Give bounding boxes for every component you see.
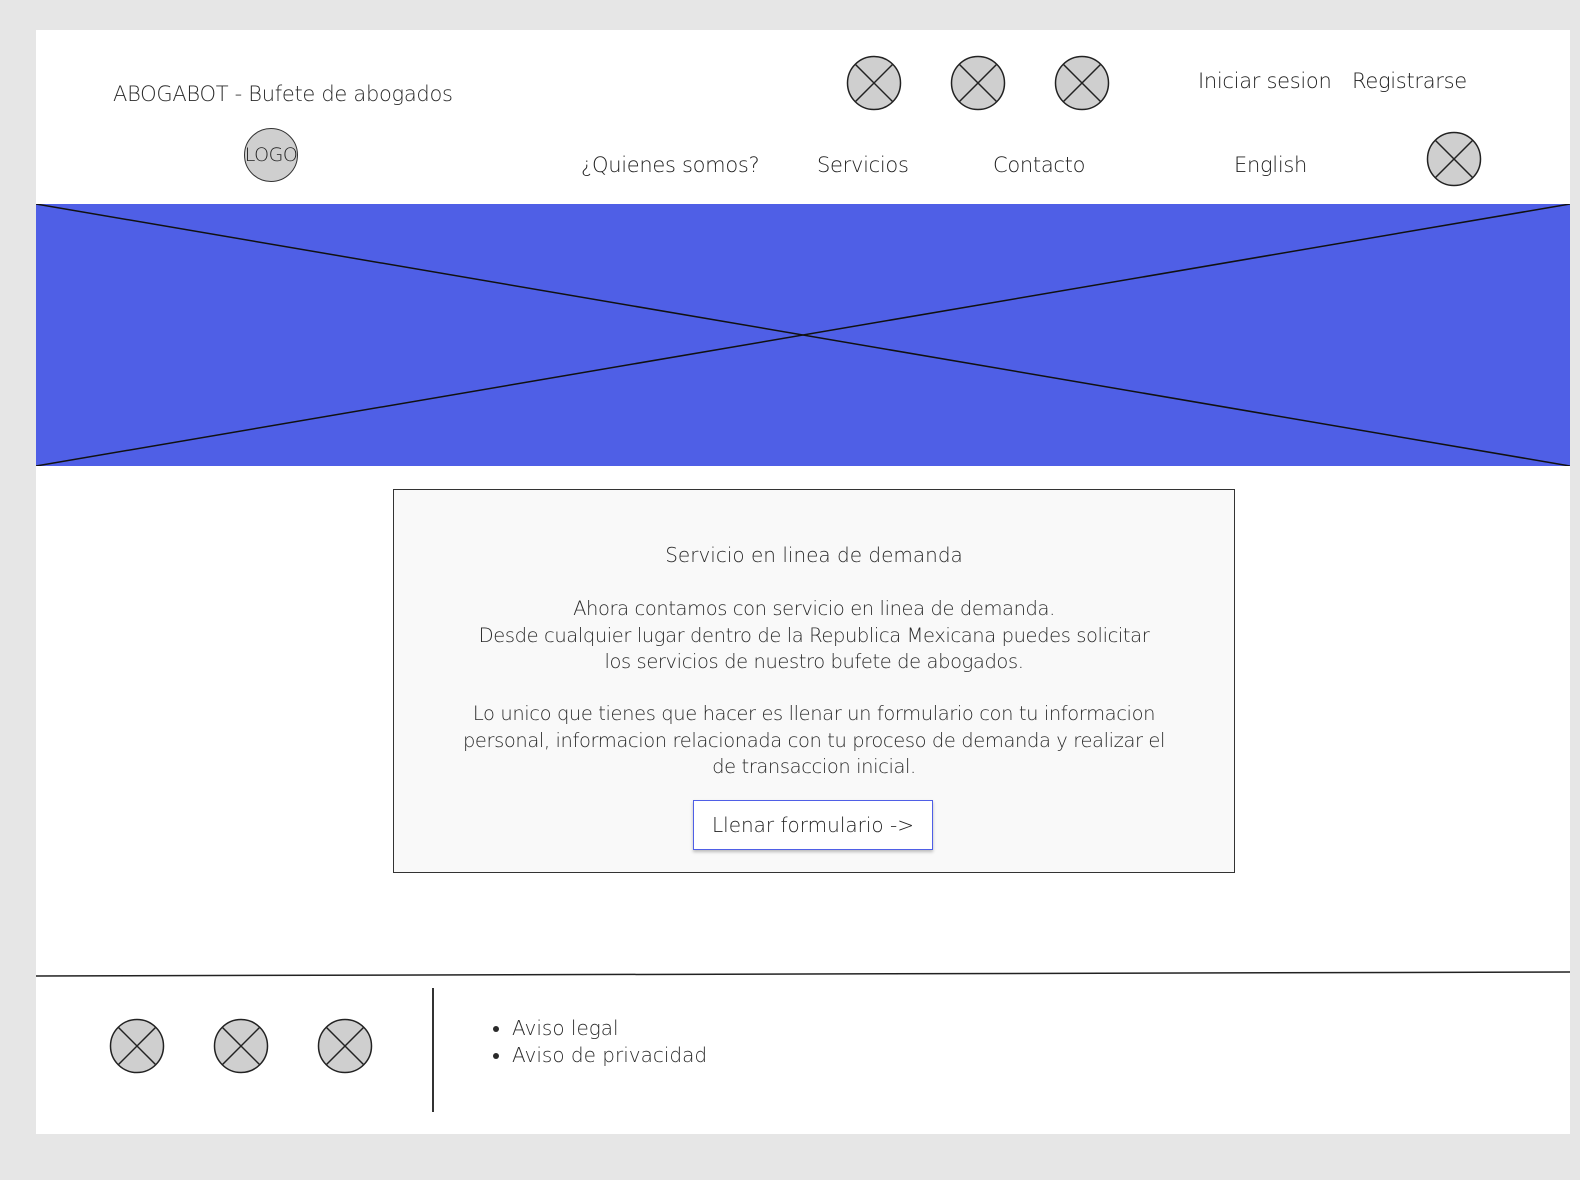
logo[interactable]: LOGO <box>244 128 298 182</box>
placeholder-image-icon <box>846 55 902 111</box>
card-title: Servicio en linea de demanda <box>665 543 963 567</box>
nav-item-servicios[interactable]: Servicios <box>817 153 909 177</box>
card-paragraph-1: Ahora contamos con servicio en linea de … <box>394 596 1234 676</box>
footer-social-icon-2[interactable] <box>213 1018 269 1074</box>
register-link[interactable]: Registrarse <box>1352 69 1467 93</box>
footer-divider <box>432 988 434 1112</box>
card-paragraph-1-line: Desde cualquier lugar dentro de la Repub… <box>478 623 1150 647</box>
card-paragraph-2: Lo unico que tienes que hacer es llenar … <box>394 701 1234 781</box>
card-paragraph-2-line: de transaccion inicial. <box>712 755 916 778</box>
card-paragraph-1-line: los servicios de nuestro bufete de aboga… <box>604 650 1024 673</box>
footer-separator-line <box>35 971 1571 977</box>
social-icon-1[interactable] <box>846 55 902 111</box>
placeholder-image-icon <box>213 1018 269 1074</box>
brand-title: ABOGABOT - Bufete de abogados <box>113 82 453 106</box>
footer-link-aviso-privacidad[interactable]: Aviso de privacidad <box>512 1042 707 1069</box>
login-link[interactable]: Iniciar sesion <box>1198 69 1332 93</box>
footer-link-label[interactable]: Aviso de privacidad <box>512 1043 707 1067</box>
nav-item-contacto[interactable]: Contacto <box>993 153 1085 177</box>
hero-image <box>36 204 1570 466</box>
online-service-card: Servicio en linea de demanda Ahora conta… <box>393 489 1235 873</box>
placeholder-image-icon <box>1054 55 1110 111</box>
menu-icon-button[interactable] <box>1426 131 1482 187</box>
placeholder-image-icon <box>109 1018 165 1074</box>
footer-link-aviso-legal[interactable]: Aviso legal <box>512 1015 707 1042</box>
placeholder-image-icon <box>950 55 1006 111</box>
card-paragraph-2-line: personal, informacion relacionada con tu… <box>462 728 1166 752</box>
nav-item-english[interactable]: English <box>1234 153 1307 177</box>
footer-link-label[interactable]: Aviso legal <box>512 1016 619 1040</box>
social-icon-2[interactable] <box>950 55 1006 111</box>
footer-social-icon-3[interactable] <box>317 1018 373 1074</box>
card-paragraph-1-line: Ahora contamos con servicio en linea de … <box>573 597 1055 620</box>
hero-image-placeholder <box>36 204 1570 466</box>
footer-separator <box>35 963 1571 977</box>
fill-form-button[interactable]: Llenar formulario -> <box>693 800 933 850</box>
page-canvas: ABOGABOT - Bufete de abogados LOGO Inici… <box>35 30 1571 1134</box>
card-paragraph-2-line: Lo unico que tienes que hacer es llenar … <box>472 702 1156 725</box>
social-icon-3[interactable] <box>1054 55 1110 111</box>
footer-links: Aviso legal Aviso de privacidad <box>489 1015 707 1069</box>
nav-item-quienes-somos[interactable]: ¿Quienes somos? <box>581 153 760 177</box>
placeholder-image-icon <box>317 1018 373 1074</box>
footer-social-icon-1[interactable] <box>109 1018 165 1074</box>
placeholder-image-icon <box>1426 131 1482 187</box>
